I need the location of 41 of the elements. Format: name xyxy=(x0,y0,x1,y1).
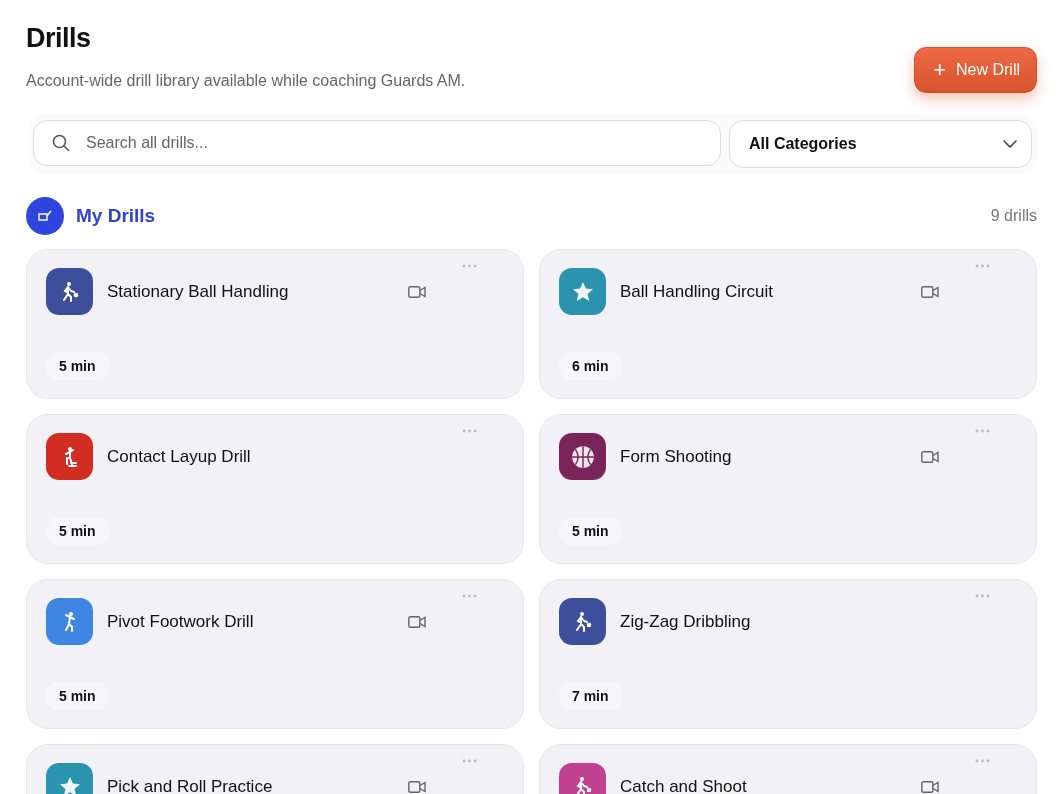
search-field[interactable]: Search all drills... xyxy=(33,120,721,166)
duration-badge: 5 min xyxy=(46,682,109,710)
chevron-down-icon xyxy=(1003,140,1017,148)
drill-card[interactable]: Catch and Shoot xyxy=(539,744,1037,794)
drill-title: Stationary Ball Handling xyxy=(107,281,290,302)
drill-card[interactable]: Pick and Roll Practice xyxy=(26,744,524,794)
more-options-icon[interactable] xyxy=(975,264,990,268)
search-input[interactable]: Search all drills... xyxy=(84,133,702,153)
duration-badge: 7 min xyxy=(559,682,622,710)
more-options-icon[interactable] xyxy=(975,594,990,598)
more-options-icon[interactable] xyxy=(462,759,477,763)
drill-card[interactable]: Stationary Ball Handling 5 min xyxy=(26,249,524,399)
more-options-icon[interactable] xyxy=(462,594,477,598)
drill-card[interactable]: Zig-Zag Dribbling 7 min xyxy=(539,579,1037,729)
more-options-icon[interactable] xyxy=(462,429,477,433)
duration-badge: 5 min xyxy=(46,517,109,545)
more-options-icon[interactable] xyxy=(975,429,990,433)
drill-title: Contact Layup Drill xyxy=(107,446,252,467)
drill-card[interactable]: Form Shooting 5 min xyxy=(539,414,1037,564)
new-drill-button[interactable]: + New Drill xyxy=(914,47,1037,93)
drill-card[interactable]: Contact Layup Drill 5 min xyxy=(26,414,524,564)
duration-badge: 5 min xyxy=(46,352,109,380)
more-options-icon[interactable] xyxy=(462,264,477,268)
category-dropdown[interactable]: All Categories xyxy=(729,120,1032,168)
drill-title: Zig-Zag Dribbling xyxy=(620,611,752,632)
drill-title: Pivot Footwork Drill xyxy=(107,611,255,632)
drill-card[interactable]: Ball Handling Circuit 6 min xyxy=(539,249,1037,399)
duration-badge: 5 min xyxy=(559,517,622,545)
drill-count: 9 drills xyxy=(990,207,1037,225)
page-title: Drills xyxy=(26,22,92,54)
search-icon xyxy=(52,134,70,152)
section-title: My Drills xyxy=(76,205,156,227)
basketball-icon xyxy=(569,443,596,470)
page-subtitle: Account-wide drill library available while coaching Guards AM. xyxy=(26,72,466,90)
drill-title: Ball Handling Circuit xyxy=(620,281,775,302)
duration-badge: 6 min xyxy=(559,352,622,380)
drill-title: Catch and Shoot xyxy=(620,776,748,794)
drill-card[interactable]: Pivot Footwork Drill 5 min xyxy=(26,579,524,729)
drill-title: Form Shooting xyxy=(620,446,733,467)
drill-title: Pick and Roll Practice xyxy=(107,776,274,794)
more-options-icon[interactable] xyxy=(975,759,990,763)
